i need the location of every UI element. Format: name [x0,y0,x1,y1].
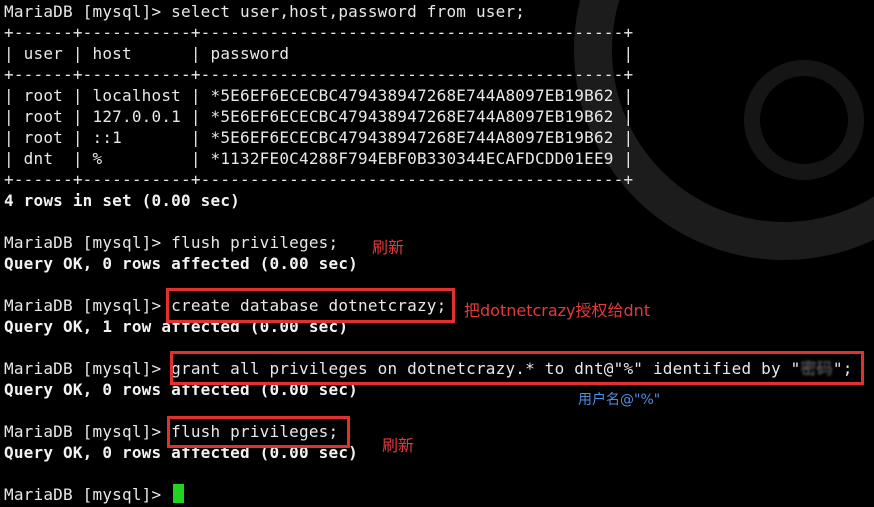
table-row: | dnt | % | *1132FE0C4288F794EBF0B330344… [4,149,634,168]
table-border-bottom: +------+-----------+--------------------… [4,170,634,189]
terminal-window[interactable]: MariaDB [mysql]> select user,host,passwo… [0,0,874,507]
rows-in-set-result: 4 rows in set (0.00 sec) [4,191,240,210]
background-ring-decoration [744,60,864,180]
table-row: | root | localhost | *5E6EF6ECECBC479438… [4,86,634,105]
terminal-line-select-query: MariaDB [mysql]> select user,host,passwo… [4,2,526,21]
terminal-line-flush-privileges: MariaDB [mysql]> flush privileges; [4,233,339,252]
highlight-create-database [166,288,455,323]
query-ok-result: Query OK, 0 rows affected (0.00 sec) [4,254,358,273]
highlight-grant-command [170,351,864,385]
table-border-header: +------+-----------+--------------------… [4,65,634,84]
annotation-refresh: 刷新 [372,238,405,257]
table-row: | root | 127.0.0.1 | *5E6EF6ECECBC479438… [4,107,634,126]
annotation-user-at-host: 用户名@"%" [578,392,661,408]
table-header-row: | user | host | password | [4,44,634,63]
highlight-flush-privileges [167,416,350,448]
table-border-top: +------+-----------+--------------------… [4,23,634,42]
annotation-grant-db: 把dotnetcrazy授权给dnt [464,301,651,320]
terminal-cursor [173,484,184,503]
terminal-prompt[interactable]: MariaDB [mysql]> [4,484,171,505]
annotation-refresh: 刷新 [382,436,415,455]
table-row: | root | ::1 | *5E6EF6ECECBC479438947268… [4,128,634,147]
